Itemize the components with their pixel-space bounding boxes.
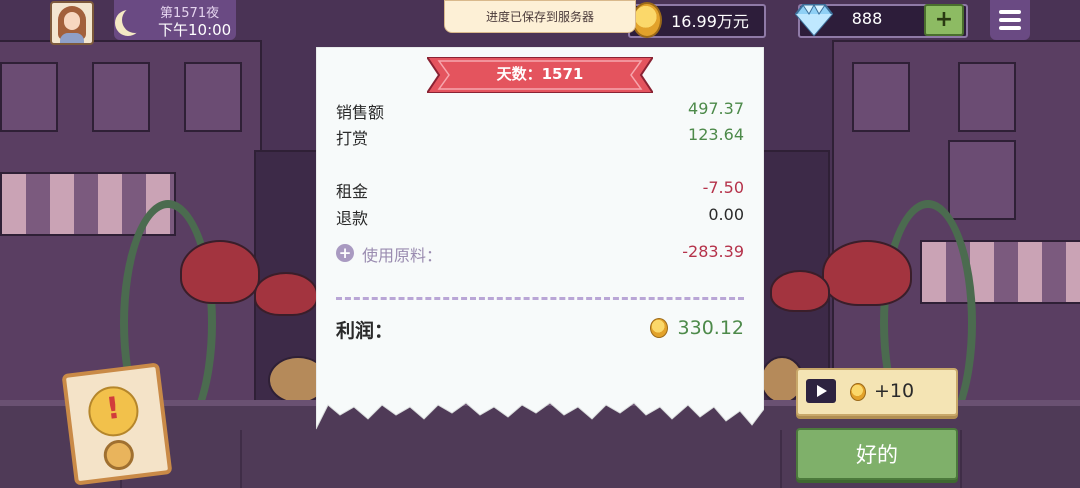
rose-decoration — [254, 272, 318, 316]
building-window — [92, 62, 150, 132]
receipt-divider — [336, 297, 744, 300]
save-toast: 进度已保存到服务器 — [444, 0, 636, 33]
profit-label: 利润： — [336, 320, 394, 342]
rent-label: 租金 — [336, 182, 369, 201]
ok-button[interactable]: 好的 — [796, 428, 958, 480]
menu-icon — [999, 18, 1021, 22]
watch-ad-reward-button[interactable]: +10 — [796, 368, 958, 416]
materials-row[interactable]: + 使用原料： -283.39 — [336, 242, 744, 265]
rose-decoration — [180, 240, 260, 304]
rent-value: -7.50 — [702, 178, 744, 197]
player-avatar[interactable] — [50, 1, 94, 45]
gem-value: 888 — [851, 9, 883, 28]
street-tile — [960, 430, 1080, 488]
materials-label: 使用原料： — [362, 246, 443, 265]
ad-reward-value: +10 — [874, 380, 915, 402]
alert-mark: ! — [104, 390, 123, 428]
materials-value: -283.39 — [682, 242, 744, 261]
time-label: 下午10:00 — [158, 21, 232, 39]
rose-decoration — [822, 240, 912, 306]
refund-value: 0.00 — [708, 205, 744, 224]
receipt-title: 天数：1571 — [496, 65, 584, 83]
day-time-panel: 第1571夜 下午10:00 — [114, 0, 236, 40]
tips-label: 打赏 — [336, 129, 369, 148]
sales-label: 销售额 — [336, 103, 385, 122]
daily-receipt: 天数：1571 销售额 497.37 打赏 123.64 租金 -7.50 退款… — [316, 47, 764, 432]
building-window — [958, 62, 1016, 132]
rent-row: 租金 -7.50 — [336, 178, 744, 201]
coin-icon — [650, 318, 668, 338]
rose-decoration — [770, 270, 830, 312]
street-tile — [240, 430, 362, 488]
building-window — [0, 62, 58, 132]
building-window — [184, 62, 242, 132]
menu-icon — [999, 10, 1021, 14]
tips-value: 123.64 — [688, 125, 744, 144]
building-window — [852, 62, 910, 132]
avatar-face — [64, 12, 80, 30]
money-value: 16.99万元 — [671, 12, 749, 31]
sales-value: 497.37 — [688, 99, 744, 118]
coin-icon — [632, 2, 662, 38]
menu-button[interactable] — [990, 0, 1030, 40]
profit-value: 330.12 — [677, 317, 744, 339]
coin-icon — [850, 383, 866, 401]
tips-row: 打赏 123.64 — [336, 125, 744, 148]
refund-row: 退款 0.00 — [336, 205, 744, 228]
avatar-body — [60, 33, 84, 43]
moon-icon — [122, 7, 148, 33]
alert-card-button[interactable]: ! — [61, 362, 173, 486]
add-gems-button[interactable]: + — [924, 4, 964, 36]
play-icon — [806, 379, 836, 403]
badge-icon — [102, 438, 136, 472]
refund-label: 退款 — [336, 209, 369, 228]
sales-row: 销售额 497.37 — [336, 99, 744, 122]
building-window — [948, 140, 1016, 220]
alert-icon: ! — [85, 383, 142, 440]
menu-icon — [999, 26, 1021, 30]
expand-plus-icon[interactable]: + — [336, 244, 354, 262]
